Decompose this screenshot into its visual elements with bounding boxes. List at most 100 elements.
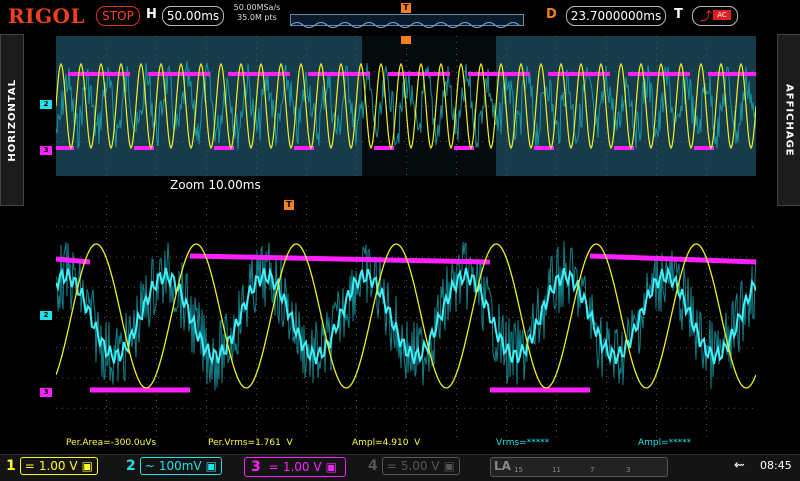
measurement-ampl-ch2[interactable]: Ampl=*****: [638, 438, 691, 448]
zoom-grid-dot: [536, 286, 537, 288]
zoom-grid-dot: [306, 316, 307, 317]
overview-grid-dot: [170, 141, 171, 142]
overview-grid-dot: [476, 71, 477, 72]
overview-grid-dot: [590, 106, 591, 107]
zoom-grid-dot: [406, 250, 407, 251]
zoom-grid-dot: [62, 407, 63, 409]
overview-grid-dot: [356, 42, 357, 43]
zoom-grid-dot: [722, 286, 723, 288]
delay-value[interactable]: 23.7000000ms: [566, 6, 666, 26]
overview-grid-dot: [606, 138, 607, 139]
zoom-grid-dot: [518, 286, 519, 288]
overview-grid-dot: [556, 162, 557, 163]
zoom-grid-dot: [212, 286, 213, 288]
zoom-grid-dot: [356, 232, 357, 233]
zoom-grid-dot: [314, 377, 315, 379]
zoom-grid-dot: [156, 406, 157, 407]
overview-grid-dot: [456, 42, 457, 43]
overview-grid-dot: [306, 132, 307, 133]
zoom-grid-dot: [656, 407, 657, 409]
overview-grid-dot: [626, 71, 627, 72]
channel-4-button[interactable]: 4 = 5.00 V ▣: [368, 457, 460, 475]
zoom-grid-dot: [104, 407, 105, 409]
zoom-grid-dot: [706, 328, 707, 329]
zoom-grid-dot: [206, 316, 207, 317]
timebase-value[interactable]: 50.00ms: [162, 6, 224, 26]
zoom-grid-dot: [68, 317, 69, 318]
zoom-ch2-marker[interactable]: 2: [40, 311, 52, 320]
zoom-grid-dot: [74, 377, 75, 379]
zoom-grid-dot: [584, 286, 585, 288]
zoom-grid-dot: [488, 377, 489, 379]
zoom-grid-dot: [434, 407, 435, 409]
zoom-grid-dot: [356, 310, 357, 311]
channel-1-button[interactable]: 1 = 1.00 V ▣: [6, 457, 98, 475]
zoom-grid-dot: [156, 214, 157, 215]
overview-grid-dot: [606, 162, 607, 163]
overview-grid-dot: [506, 132, 507, 133]
zoom-grid-dot: [326, 286, 327, 288]
zoom-grid-dot: [398, 286, 399, 288]
overview-ch3-marker[interactable]: 3: [40, 146, 52, 155]
zoom-grid-dot: [446, 347, 447, 349]
zoom-ch3-marker[interactable]: 3: [40, 388, 52, 397]
zoom-grid-dot: [356, 352, 357, 353]
la-tick-label: 7: [590, 466, 595, 474]
overview-grid-dot: [706, 42, 707, 43]
zoom-grid-dot: [606, 304, 607, 305]
zoom-grid-dot: [614, 317, 615, 318]
zoom-grid-dot: [152, 377, 153, 379]
measurement-per-area[interactable]: Per.Area=-300.0uVs: [66, 438, 156, 448]
zoom-grid-dot: [560, 377, 561, 379]
zoom-grid-dot: [188, 407, 189, 409]
overview-grid-dot: [306, 66, 307, 67]
zoom-grid-dot: [512, 226, 513, 228]
zoom-grid-dot: [350, 317, 351, 318]
overview-grid-dot: [406, 150, 407, 151]
overview-grid-dot: [406, 54, 407, 55]
zoom-grid-dot: [152, 256, 153, 258]
zoom-grid-dot: [206, 292, 207, 293]
zoom-grid-dot: [680, 286, 681, 288]
zoom-grid-dot: [278, 377, 279, 379]
overview-grid-dot: [200, 106, 201, 107]
run-stop-status[interactable]: STOP: [96, 6, 140, 26]
zoom-grid-dot: [578, 317, 579, 318]
channel-2-button[interactable]: 2 ~ 100mV ▣: [126, 457, 222, 475]
zoom-grid-dot: [392, 377, 393, 379]
overview-grid-dot: [176, 71, 177, 72]
overview-grid-dot: [494, 141, 495, 142]
channel-3-button[interactable]: 3 = 1.00 V ▣: [244, 457, 346, 477]
measurement-per-vrms[interactable]: Per.Vrms=1.761 V: [208, 438, 293, 448]
overview-ch2-marker[interactable]: 2: [40, 100, 52, 109]
measurement-vrms[interactable]: Vrms=*****: [496, 438, 549, 448]
zoom-grid-dot: [656, 382, 657, 383]
zoom-grid-dot: [110, 407, 111, 409]
horizontal-menu-tab[interactable]: HORIZONTAL: [0, 34, 24, 206]
overview-grid-dot: [556, 48, 557, 49]
zoom-grid-dot: [256, 250, 257, 251]
overview-grid-dot: [706, 150, 707, 151]
zoom-grid-dot: [530, 377, 531, 379]
overview-waveform-area[interactable]: [56, 36, 756, 176]
la-tick-label: 11: [552, 466, 561, 474]
overview-grid-dot: [722, 141, 723, 142]
overview-grid-dot: [350, 141, 351, 142]
zoom-grid-dot: [556, 430, 557, 431]
zoom-grid-dot: [256, 202, 257, 203]
memory-position-bar[interactable]: [290, 14, 524, 28]
zoom-waveform-area[interactable]: [56, 196, 756, 438]
zoom-grid-dot: [296, 377, 297, 379]
overview-grid-dot: [256, 132, 257, 133]
overview-grid-dot: [134, 106, 135, 107]
zoom-grid-dot: [606, 310, 607, 311]
zoom-grid-dot: [614, 407, 615, 409]
zoom-grid-dot: [556, 232, 557, 233]
zoom-grid-dot: [256, 334, 257, 335]
measurement-ampl[interactable]: Ampl=4.910 V: [352, 438, 420, 448]
zoom-grid-dot: [56, 407, 57, 409]
zoom-grid-dot: [236, 407, 237, 409]
display-menu-tab[interactable]: AFFICHAGE: [777, 34, 800, 206]
channel-4-number: 4: [368, 458, 378, 474]
zoom-grid-dot: [608, 377, 609, 379]
